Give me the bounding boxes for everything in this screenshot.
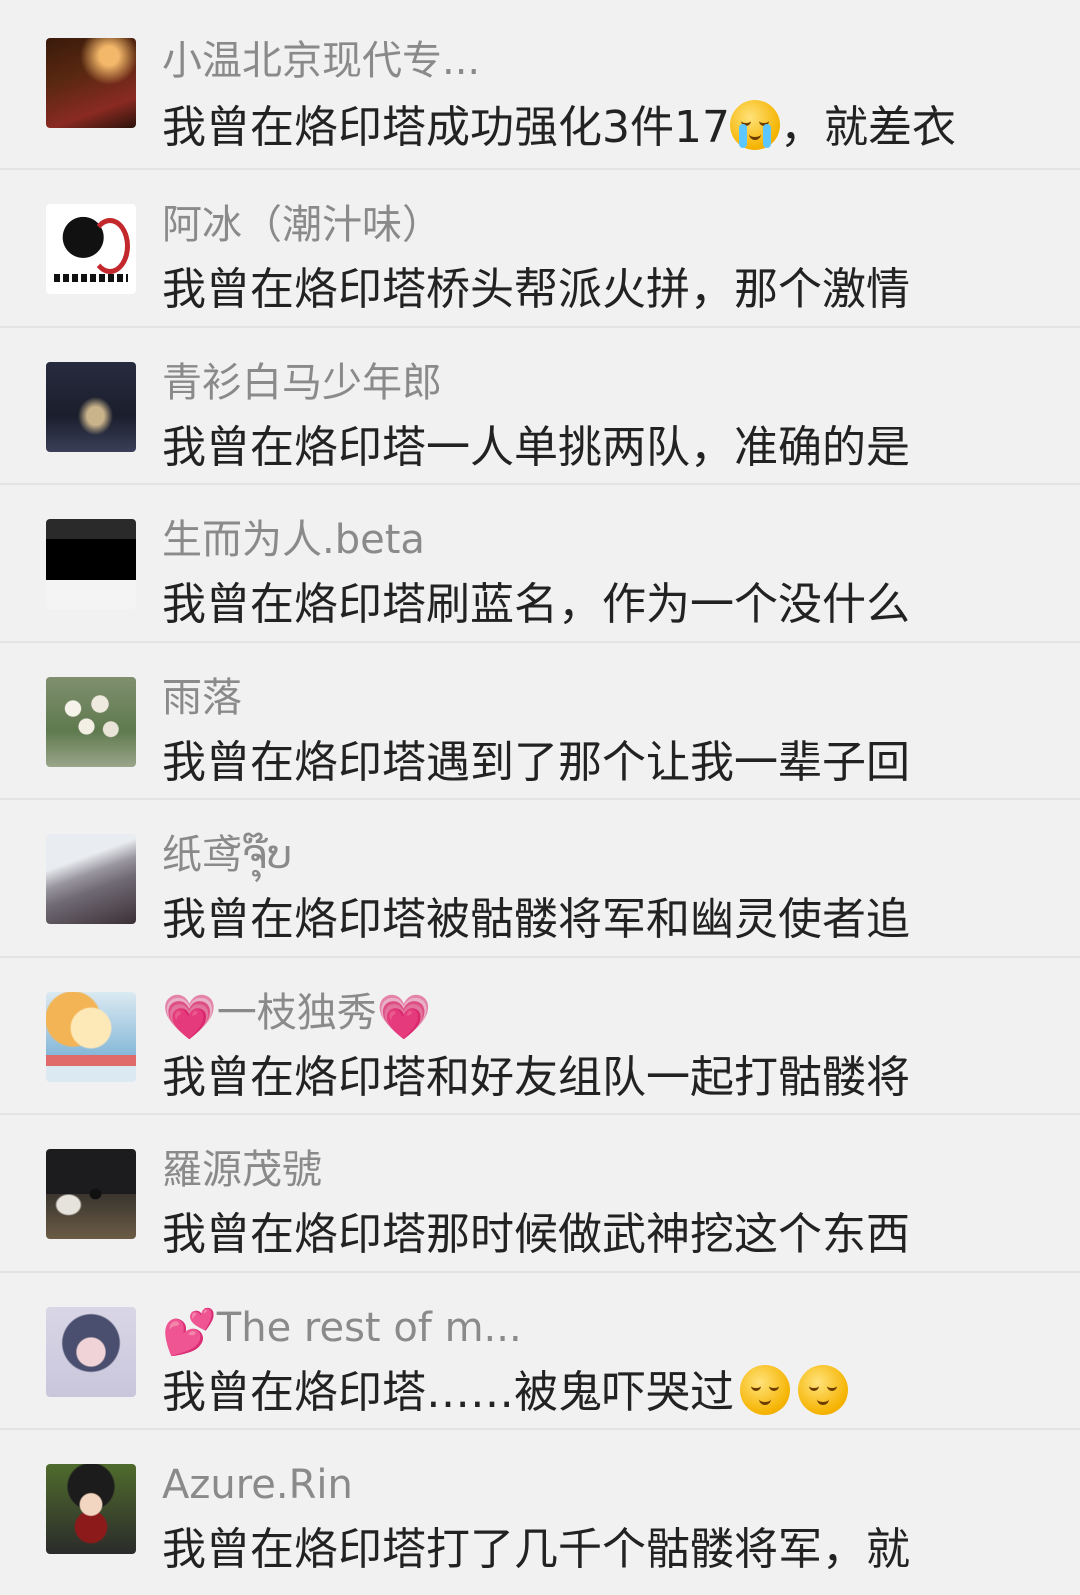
two-hearts-icon: 💕 — [162, 1306, 217, 1358]
comment-text: 我曾在烙印塔一人单挑两队，准确的是 — [162, 421, 910, 473]
heart-icon: 💗 — [376, 991, 432, 1043]
comment-text-main: 我曾在烙印塔成功强化3件17 — [162, 102, 730, 153]
username: 💗一枝独秀💗 — [162, 988, 432, 1040]
avatar[interactable] — [46, 38, 136, 128]
username: 小温北京现代专... — [162, 38, 481, 84]
username: 阿冰（潮汁味） — [162, 202, 442, 248]
relieved-face-icon — [798, 1364, 848, 1429]
comment-list: 小温北京现代专... 我曾在烙印塔成功强化3件17 ，就差衣 阿冰（潮汁味） 我曾… — [0, 0, 1080, 1595]
username: Azure.Rin — [162, 1462, 353, 1508]
crying-face-icon — [729, 100, 780, 164]
avatar[interactable] — [46, 1464, 136, 1554]
avatar[interactable] — [46, 361, 136, 452]
comment-item[interactable]: 生而为人.beta 我曾在烙印塔刷蓝名，作为一个没什么 — [0, 485, 1080, 643]
comment-text: 我曾在烙印塔刷蓝名，作为一个没什么 — [162, 579, 910, 630]
username: 雨落 — [162, 674, 242, 721]
username: 纸鸢ຈຸ໊ບ — [162, 832, 293, 878]
comment-item[interactable]: 雨落 我曾在烙印塔遇到了那个让我一辈子回 — [0, 643, 1080, 800]
comment-item[interactable]: 青衫白马少年郎 我曾在烙印塔一人单挑两队，准确的是 — [0, 328, 1080, 485]
comment-item[interactable]: 阿冰（潮汁味） 我曾在烙印塔桥头帮派火拼，那个激情 — [0, 170, 1080, 328]
username: 青衫白马少年郎 — [162, 359, 442, 406]
comment-text: 我曾在烙印塔桥头帮派火拼，那个激情 — [162, 264, 910, 315]
comment-text-main: 我曾在烙印塔……被鬼吓哭过 — [162, 1366, 734, 1418]
comment-text: 我曾在烙印塔和好友组队一起打骷髅将 — [162, 1051, 910, 1103]
avatar[interactable] — [46, 519, 136, 609]
username: 羅源茂號 — [162, 1147, 322, 1193]
comment-text: 我曾在烙印塔那时候做武神挖这个东西 — [162, 1209, 910, 1260]
comment-item[interactable]: 小温北京现代专... 我曾在烙印塔成功强化3件17 ，就差衣 — [0, 0, 1080, 170]
username: 生而为人.beta — [162, 517, 425, 563]
avatar[interactable] — [46, 1149, 136, 1239]
username-text: 一枝独秀 — [216, 989, 377, 1036]
comment-text-tail: ，就差衣 — [779, 102, 956, 153]
heart-icon: 💗 — [162, 991, 217, 1043]
username-text: The rest of m... — [216, 1304, 522, 1351]
comment-item[interactable]: 💗一枝独秀💗 我曾在烙印塔和好友组队一起打骷髅将 — [0, 958, 1080, 1115]
comment-item[interactable]: 纸鸢ຈຸ໊ບ 我曾在烙印塔被骷髅将军和幽灵使者追 — [0, 800, 1080, 958]
username: 💕The rest of m... — [162, 1303, 522, 1355]
comment-item[interactable]: 💕The rest of m... 我曾在烙印塔……被鬼吓哭过 — [0, 1273, 1080, 1430]
avatar[interactable] — [46, 834, 136, 924]
avatar[interactable] — [46, 204, 136, 294]
avatar[interactable] — [46, 1306, 136, 1397]
comment-item[interactable]: Azure.Rin 我曾在烙印塔打了几千个骷髅将军，就 — [0, 1430, 1080, 1588]
comment-text: 我曾在烙印塔遇到了那个让我一辈子回 — [162, 736, 910, 788]
comment-item[interactable]: 羅源茂號 我曾在烙印塔那时候做武神挖这个东西 — [0, 1115, 1080, 1273]
comment-text: 我曾在烙印塔成功强化3件17 ，就差衣 — [162, 100, 956, 164]
avatar[interactable] — [46, 676, 136, 767]
comment-text: 我曾在烙印塔……被鬼吓哭过 — [162, 1364, 848, 1429]
avatar[interactable] — [46, 991, 136, 1082]
comment-text: 我曾在烙印塔被骷髅将军和幽灵使者追 — [162, 894, 910, 945]
comment-text: 我曾在烙印塔打了几千个骷髅将军，就 — [162, 1524, 910, 1575]
relieved-face-icon — [740, 1364, 790, 1429]
